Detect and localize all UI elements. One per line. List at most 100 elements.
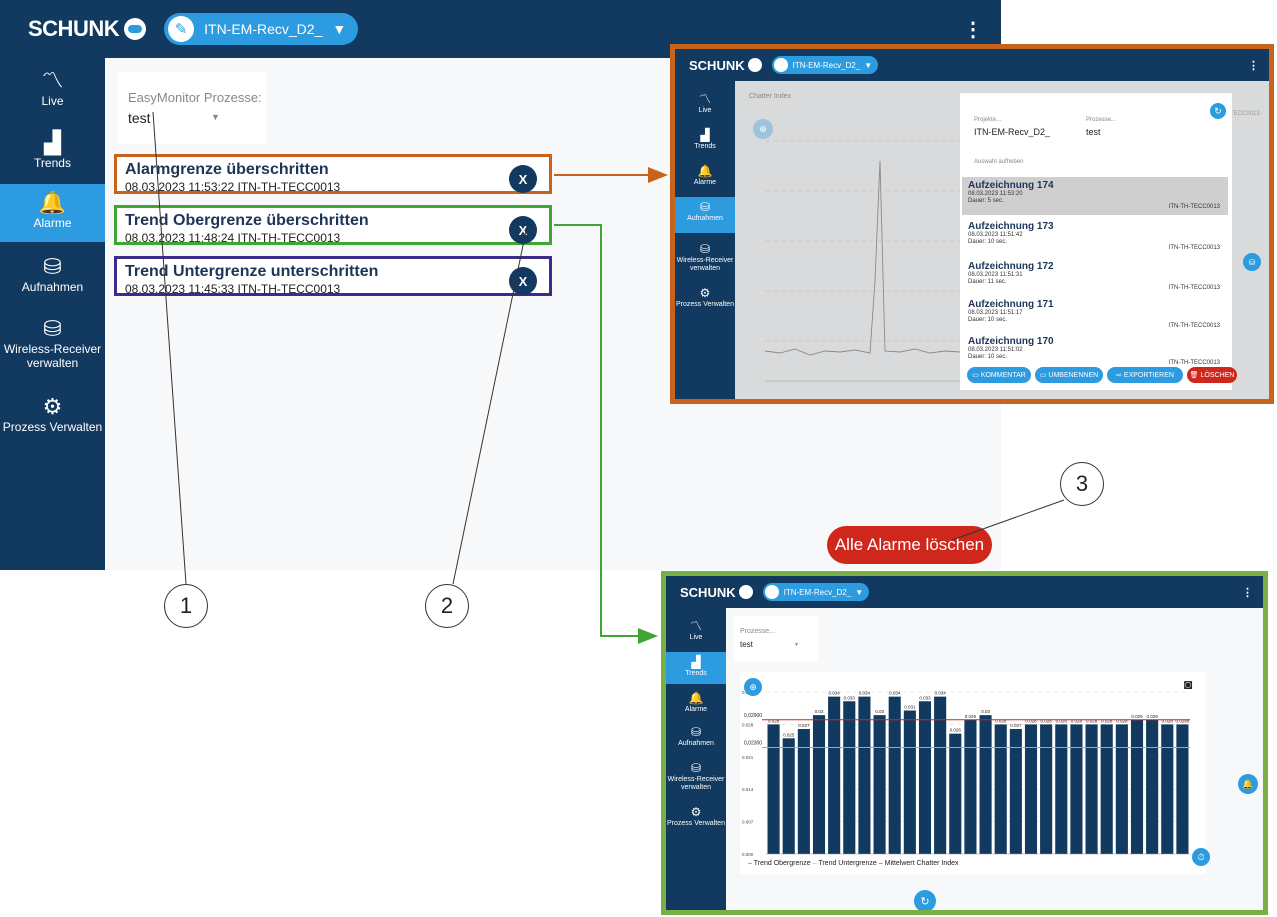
process-value-mini: test bbox=[1086, 127, 1101, 137]
trends-process-label: Prozesse... bbox=[740, 628, 776, 635]
bar-value-label: 0.028 bbox=[1116, 718, 1128, 723]
mini-receiver: ITN-EM-Recv_D2_ ▼ bbox=[771, 56, 879, 74]
mini-nav-alarme: 🔔 Alarme bbox=[693, 164, 717, 186]
mini-nav-live: 〽 Live bbox=[698, 92, 712, 114]
trend-bar bbox=[782, 738, 795, 854]
trend-chart-card: 0.0000.0070.0140.0210.0280.0350.0280.025… bbox=[740, 672, 1210, 874]
y-tick-label: 0.014 bbox=[742, 787, 754, 792]
recordings-screenshot: SCHUNK ITN-EM-Recv_D2_ ▼ ⋮ 〽 Live ▟ Trends … bbox=[670, 44, 1274, 404]
trend-bar bbox=[812, 715, 826, 854]
delete-button: 🗑 LÖSCHEN bbox=[1187, 367, 1237, 383]
lower-limit-label: 0,02300 bbox=[744, 741, 762, 747]
bar-value-label: 0.033 bbox=[844, 695, 856, 700]
refresh-icon: ↻ bbox=[1210, 103, 1226, 119]
comment-button: ▭ KOMMENTAR bbox=[967, 367, 1031, 383]
trend-bar bbox=[1100, 724, 1113, 854]
bar-value-label: 0.03 bbox=[981, 709, 990, 714]
arrow-to-trends bbox=[554, 224, 658, 644]
deselect-link: Auswahl aufheben bbox=[974, 159, 1024, 165]
mini-nav-aufnahmen: ⛁ Aufnahmen bbox=[678, 725, 714, 747]
trend-bar bbox=[1176, 724, 1189, 854]
bar-value-label: 0.031 bbox=[904, 705, 916, 710]
callout-1: 1 bbox=[164, 584, 208, 628]
trend-bar bbox=[767, 724, 780, 854]
trend-bar bbox=[964, 719, 977, 854]
bar-value-label: 0.028 bbox=[1056, 718, 1068, 723]
chevron-down-icon: ▼ bbox=[794, 642, 799, 648]
trend-bar bbox=[843, 701, 856, 854]
recording-item: Aufzeichnung 172 08.03.2023 11:51:31 Dauer… bbox=[968, 261, 1220, 291]
mini-nav-prozess: ⚙ Prozess Verwalten bbox=[667, 805, 725, 827]
alarm-fab-icon: 🔔 bbox=[1238, 774, 1258, 794]
trends-process-value: test bbox=[740, 640, 753, 649]
mini-sidebar: 〽 Live ▟ Trends 🔔 Alarme ⛁ Aufnahmen ⛁ Wirele… bbox=[666, 608, 726, 910]
bar-value-label: 0.034 bbox=[889, 691, 901, 696]
bar-value-label: 0.029 bbox=[965, 714, 977, 719]
bar-value-label: 0.033 bbox=[919, 695, 931, 700]
upper-limit-label: 0,02900 bbox=[744, 713, 762, 719]
trend-bar bbox=[1130, 719, 1144, 854]
rename-button: ▭ UMBENENNEN bbox=[1035, 367, 1103, 383]
trend-legend: – Trend Obergrenze – Trend Untergrenze –… bbox=[748, 860, 959, 867]
bar-value-label: 0.025 bbox=[783, 732, 795, 737]
bar-value-label: 0.028 bbox=[1086, 718, 1098, 723]
recording-fab-icon: ⛁ bbox=[1243, 253, 1261, 271]
recording-item: Aufzeichnung 174 08.03.2023 11:53:20 Dauer… bbox=[962, 177, 1228, 215]
refresh-icon: ↻ bbox=[914, 890, 936, 910]
mini-nav-wireless: ⛁ Wireless-Receiver verwalten bbox=[667, 761, 725, 791]
mini-nav-trends: ▟ Trends bbox=[694, 128, 716, 150]
mini-nav-trends: ▟ Trends bbox=[666, 652, 726, 684]
bar-value-label: 0.028 bbox=[995, 718, 1007, 723]
bar-value-label: 0.028 bbox=[1041, 718, 1053, 723]
bar-value-label: 0.034 bbox=[829, 691, 841, 696]
mini-logo: SCHUNK bbox=[689, 58, 762, 73]
callout-3: 3 bbox=[1060, 462, 1104, 506]
y-tick-label: 0.000 bbox=[742, 852, 754, 857]
projects-label: Projekte... bbox=[974, 117, 1002, 123]
bar-value-label: 0.028 bbox=[1025, 718, 1037, 723]
legend-lower: Trend Untergrenze bbox=[818, 860, 877, 867]
trend-bar bbox=[1146, 719, 1159, 854]
trend-bar bbox=[1070, 724, 1083, 854]
bar-value-label: 0.026 bbox=[950, 728, 962, 733]
recording-item: Aufzeichnung 170 08.03.2023 11:51:02 Dauer… bbox=[968, 336, 1220, 366]
mini-menu-icon: ⋮ bbox=[1242, 586, 1253, 599]
y-tick-label: 0.007 bbox=[742, 820, 754, 825]
export-button: ⇨ EXPORTIEREN bbox=[1107, 367, 1183, 383]
bar-value-label: 0.027 bbox=[798, 723, 810, 728]
bar-value-label: 0.03 bbox=[875, 709, 884, 714]
trend-bar bbox=[1161, 724, 1174, 854]
bar-value-label: 0.027 bbox=[1010, 723, 1022, 728]
timer-icon: ⏱ bbox=[1192, 848, 1210, 866]
trend-bar bbox=[1040, 724, 1053, 854]
bar-value-label: 0.029 bbox=[1131, 714, 1143, 719]
trend-bar bbox=[994, 724, 1007, 854]
bar-value-label: 0.028 bbox=[1162, 718, 1174, 723]
trend-bar bbox=[949, 733, 962, 854]
bar-value-label: 0.0290 bbox=[1176, 718, 1190, 723]
bar-value-label: 0.028 bbox=[1071, 718, 1083, 723]
mini-header: SCHUNK ITN-EM-Recv_D2_ ▼ ⋮ bbox=[666, 576, 1263, 608]
mini-nav-live: 〽 Live bbox=[689, 619, 703, 641]
mini-process-selector: Prozesse... test ▼ bbox=[734, 616, 818, 662]
mini-logo: SCHUNK bbox=[680, 585, 753, 600]
recording-item: Aufzeichnung 173 08.03.2023 11:51:42 Dauer… bbox=[968, 221, 1220, 251]
trend-bar bbox=[1085, 724, 1098, 854]
callout-line-2 bbox=[452, 225, 528, 585]
mini-nav-wireless: ⛁ Wireless-Receiver verwalten bbox=[676, 242, 734, 272]
trends-main: Prozesse... test ▼ 0.000 0.007 0.014 0.021 0… bbox=[726, 608, 1263, 910]
trend-bar bbox=[873, 715, 886, 854]
legend-mean: Mittelwert Chatter Index bbox=[884, 860, 959, 867]
recording-item: Aufzeichnung 171 08.03.2023 11:51:17 Dauer… bbox=[968, 299, 1220, 329]
mini-nav-alarme: 🔔 Alarme bbox=[684, 691, 708, 713]
trend-bar bbox=[1024, 724, 1038, 854]
mini-nav-aufnahmen: ⛁ Aufnahmen bbox=[675, 197, 735, 233]
callout-2: 2 bbox=[425, 584, 469, 628]
mini-receiver: ITN-EM-Recv_D2_ ▼ bbox=[762, 583, 870, 601]
bar-value-label: 0.034 bbox=[935, 691, 947, 696]
callout-line-1 bbox=[152, 111, 187, 585]
trend-bar bbox=[903, 710, 916, 854]
trend-bar bbox=[918, 701, 932, 854]
bar-value-label: 0.028 bbox=[768, 718, 780, 723]
trend-bar bbox=[1055, 724, 1068, 854]
